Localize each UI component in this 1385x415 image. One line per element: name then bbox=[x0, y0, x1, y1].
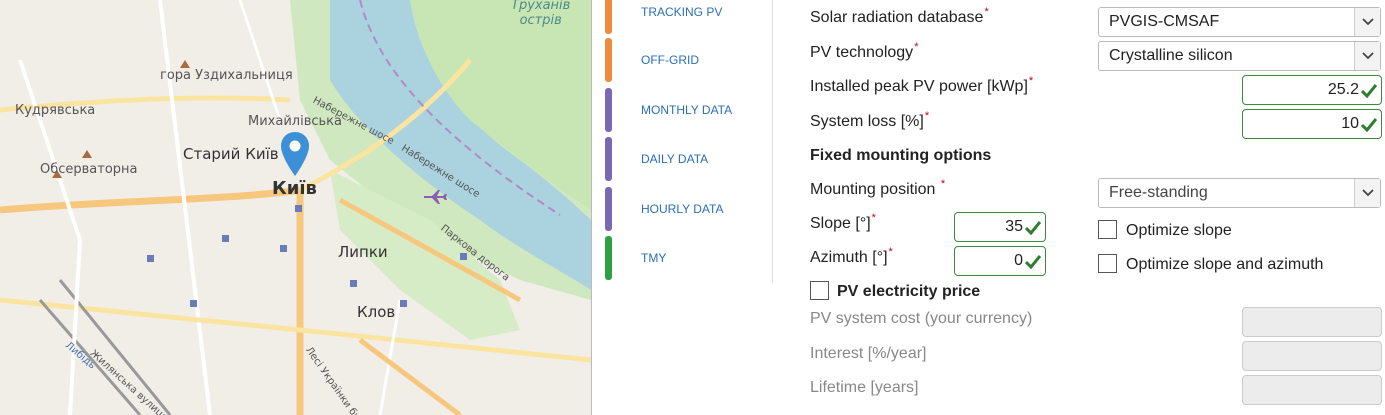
mounting-value: Free-standing bbox=[1109, 184, 1208, 201]
chevron-down-icon[interactable] bbox=[1354, 179, 1380, 207]
pv-cost-label: PV system cost (your currency) bbox=[810, 310, 1033, 327]
required-mark: * bbox=[984, 6, 989, 18]
peak-power-label: Installed peak PV power [kWp]* bbox=[810, 75, 1034, 96]
required-mark: * bbox=[924, 110, 930, 122]
map-label-trukhaniv: Труханів острів bbox=[511, 0, 571, 28]
required-mark: * bbox=[940, 178, 946, 190]
slope-label: Slope [°]* bbox=[810, 212, 876, 233]
optimize-slope-azimuth-checkbox[interactable] bbox=[1098, 254, 1117, 273]
interest-label: Interest [%/year] bbox=[810, 345, 927, 362]
map-label-staryi-kyiv: Старий Київ bbox=[183, 145, 279, 163]
mounting-select[interactable]: Free-standing bbox=[1098, 178, 1381, 208]
lifetime-label: Lifetime [years] bbox=[810, 379, 919, 396]
solar-db-label-text: Solar radiation database bbox=[810, 9, 984, 26]
slope-label-text: Slope [°] bbox=[810, 215, 871, 232]
pv-price-label[interactable]: PV electricity price bbox=[837, 283, 980, 301]
azimuth-input[interactable]: 0 bbox=[954, 246, 1046, 276]
required-mark: * bbox=[871, 212, 876, 224]
pv-tech-label: PV technology* bbox=[810, 41, 919, 62]
slope-value: 35 bbox=[1005, 218, 1023, 235]
check-icon bbox=[1025, 255, 1041, 269]
peak-power-label-text: Installed peak PV power [kWp] bbox=[810, 78, 1028, 95]
map-divider bbox=[591, 0, 592, 415]
map-label-mykhailivska: Михайлівська bbox=[248, 114, 342, 129]
tab-color-bar bbox=[605, 88, 612, 132]
lifetime-input[interactable] bbox=[1242, 375, 1382, 405]
map-label-lypky: Липки bbox=[338, 243, 388, 261]
tab-label: OFF-GRID bbox=[641, 53, 699, 67]
map-label-kudriavska: Кудрявська bbox=[15, 103, 96, 118]
solar-db-label: Solar radiation database* bbox=[810, 6, 989, 27]
tab-label: TMY bbox=[641, 251, 667, 265]
fixed-mounting-heading: Fixed mounting options bbox=[810, 147, 992, 164]
pv-price-checkbox[interactable] bbox=[810, 281, 829, 300]
solar-db-value: PVGIS-CMSAF bbox=[1109, 13, 1220, 30]
pv-tech-select[interactable]: Crystalline silicon bbox=[1098, 41, 1381, 71]
required-mark: * bbox=[888, 246, 893, 258]
check-icon bbox=[1361, 84, 1377, 98]
tab-color-bar bbox=[605, 187, 612, 231]
required-mark: * bbox=[1028, 75, 1034, 87]
map-label-klov: Клов bbox=[357, 303, 396, 321]
check-icon bbox=[1361, 118, 1377, 132]
tab-label: DAILY DATA bbox=[641, 152, 709, 166]
check-icon bbox=[1025, 221, 1041, 235]
map-label-observatorna: Обсерваторна bbox=[40, 162, 138, 177]
system-loss-label: System loss [%]* bbox=[810, 110, 930, 131]
tab-color-bar bbox=[605, 38, 612, 82]
tab-label: HOURLY DATA bbox=[641, 202, 724, 216]
mounting-label: Mounting position * bbox=[810, 178, 946, 199]
tab-monthly-data[interactable]: MONTHLY DATA bbox=[605, 88, 765, 132]
pv-tech-value: Crystalline silicon bbox=[1109, 47, 1233, 64]
tab-off-grid[interactable]: OFF-GRID bbox=[605, 38, 765, 82]
interest-input[interactable] bbox=[1242, 341, 1382, 371]
chevron-down-icon[interactable] bbox=[1354, 42, 1380, 70]
chevron-down-icon[interactable] bbox=[1354, 8, 1380, 36]
optimize-slope-azimuth-label[interactable]: Optimize slope and azimuth bbox=[1126, 256, 1323, 274]
solar-db-select[interactable]: PVGIS-CMSAF bbox=[1098, 7, 1381, 37]
system-loss-value: 10 bbox=[1341, 115, 1359, 132]
system-loss-label-text: System loss [%] bbox=[810, 113, 924, 130]
required-mark: * bbox=[914, 41, 919, 53]
peak-power-value: 25.2 bbox=[1327, 81, 1359, 98]
location-marker-icon[interactable] bbox=[281, 132, 309, 176]
system-loss-input[interactable]: 10 bbox=[1242, 109, 1382, 139]
tab-daily-data[interactable]: DAILY DATA bbox=[605, 137, 765, 181]
tab-color-bar bbox=[605, 137, 612, 181]
tab-label: TRACKING PV bbox=[641, 5, 723, 19]
pv-tech-label-text: PV technology bbox=[810, 44, 914, 61]
azimuth-label: Azimuth [°]* bbox=[810, 246, 893, 267]
slope-input[interactable]: 35 bbox=[954, 212, 1046, 242]
map-view[interactable]: Труханів острів гора Уздихальниця Кудряв… bbox=[0, 0, 591, 415]
azimuth-label-text: Azimuth [°] bbox=[810, 249, 888, 266]
tool-tabs: TRACKING PV OFF-GRID MONTHLY DATA DAILY … bbox=[605, 0, 773, 283]
optimize-slope-label[interactable]: Optimize slope bbox=[1126, 222, 1232, 240]
tab-tmy[interactable]: TMY bbox=[605, 236, 765, 280]
peak-power-input[interactable]: 25.2 bbox=[1242, 75, 1382, 105]
tab-hourly-data[interactable]: HOURLY DATA bbox=[605, 187, 765, 231]
map-tiles bbox=[0, 0, 591, 415]
tab-label: MONTHLY DATA bbox=[641, 103, 733, 117]
map-label-uzdykhalnytsia: гора Уздихальниця bbox=[160, 68, 293, 83]
azimuth-value: 0 bbox=[1014, 252, 1023, 269]
tab-tracking-pv[interactable]: TRACKING PV bbox=[605, 0, 765, 34]
pv-cost-input[interactable] bbox=[1242, 307, 1382, 337]
tab-color-bar bbox=[605, 236, 612, 280]
optimize-slope-checkbox[interactable] bbox=[1098, 220, 1117, 239]
tab-color-bar bbox=[605, 0, 612, 34]
map-label-kyiv: Київ bbox=[272, 178, 317, 199]
mounting-label-text: Mounting position bbox=[810, 181, 936, 198]
